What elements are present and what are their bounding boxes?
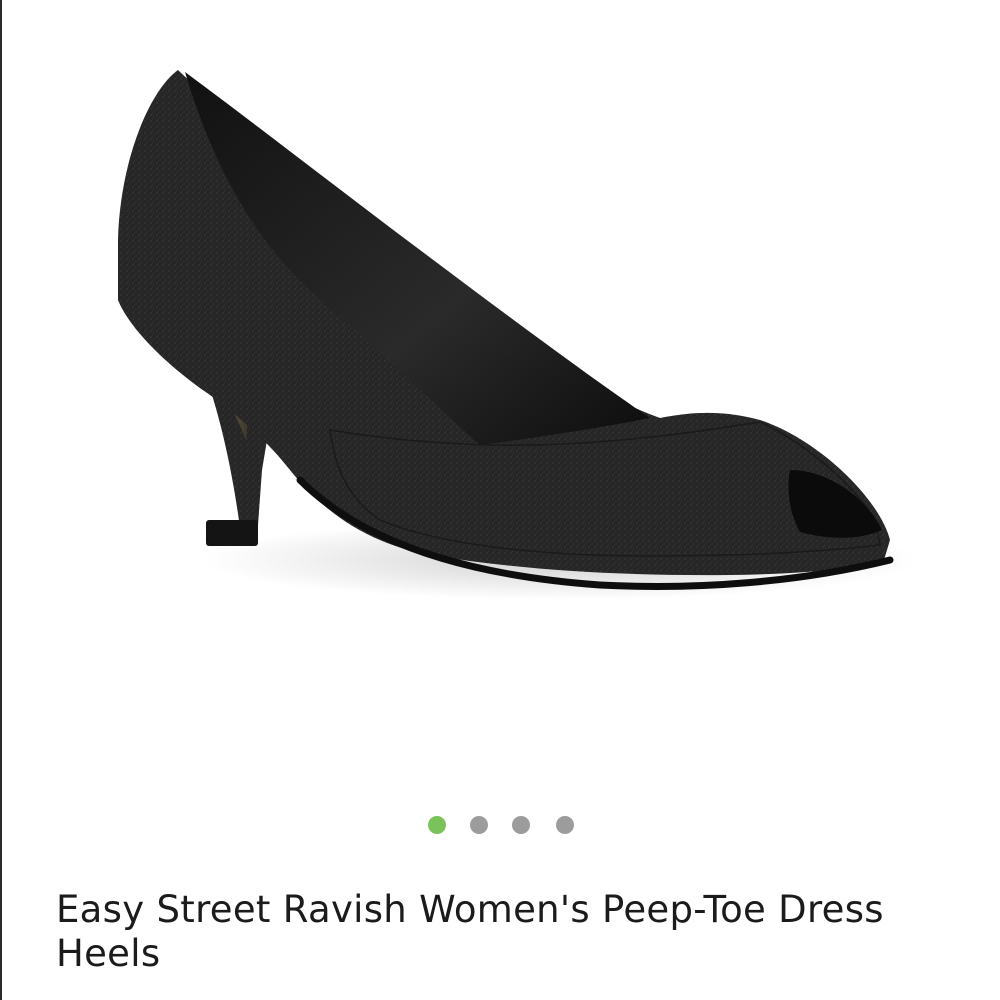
carousel-dot-4[interactable]: [556, 816, 574, 834]
carousel-dot-2[interactable]: [470, 816, 488, 834]
image-carousel-indicator: [0, 816, 1000, 836]
shoe-illustration: [118, 70, 920, 600]
product-title: Easy Street Ravish Women's Peep-Toe Dres…: [56, 888, 884, 975]
product-image[interactable]: [0, 0, 1000, 790]
heel-tip: [206, 520, 258, 546]
carousel-dot-3[interactable]: [512, 816, 530, 834]
carousel-dot-1[interactable]: [428, 816, 446, 834]
